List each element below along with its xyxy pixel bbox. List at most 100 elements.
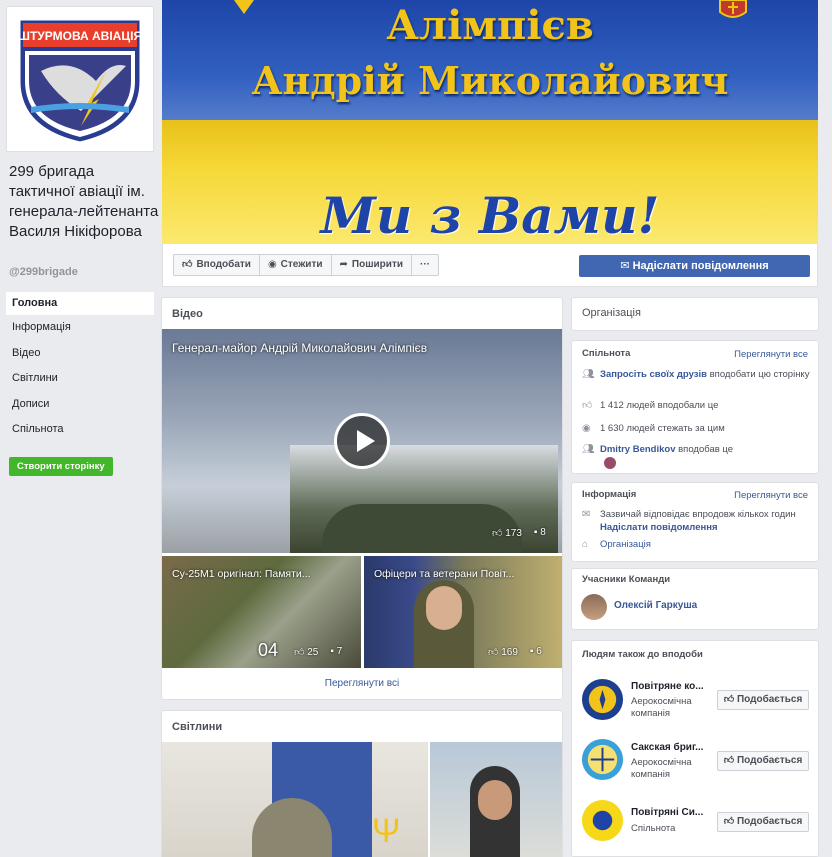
featured-video-title: Генерал-майор Андрій Миколайович Алімпіє… [172, 341, 428, 355]
nav-item-photos[interactable]: Світлини [6, 366, 154, 392]
follow-button[interactable]: ◉ Стежити [260, 255, 332, 275]
response-time-row: ✉ Зазвичай відповідає впродовж кількох г… [582, 509, 796, 533]
like-count: 👍︎ 173 [492, 528, 522, 539]
videos-title[interactable]: Відео [172, 308, 203, 320]
page-logo[interactable] [581, 738, 624, 781]
more-options-button[interactable]: ··· [412, 255, 438, 275]
rss-icon: ◉ [267, 259, 277, 270]
like-count: 👍︎ 169 [488, 647, 518, 658]
messenger-icon: ✉ [582, 509, 591, 520]
featured-video[interactable]: Генерал-майор Андрій Миколайович Алімпіє… [162, 329, 562, 553]
nav-item-community[interactable]: Спільнота [6, 417, 154, 443]
page-nav: Головна Інформація Відео Світлини Дописи… [6, 292, 154, 443]
photo-thumbnail[interactable]: Ψ [162, 742, 428, 857]
team-title: Учасники Команди [582, 574, 671, 585]
likes-row: 👍︎ 1 412 людей вподобали це [582, 400, 719, 411]
team-member-avatar[interactable] [581, 594, 607, 620]
video-duration: 04 [258, 640, 279, 660]
comment-count: ▪ 8 [533, 527, 546, 538]
nav-item-video[interactable]: Відео [6, 341, 154, 367]
page-logo[interactable] [581, 678, 624, 721]
friends-icon: 👥︎ [582, 444, 595, 455]
page-title[interactable]: 299 бригада тактичної авіації ім. генера… [9, 162, 159, 242]
invite-friends-row: 👥︎ Запросіть своїх друзів вподобати цю с… [582, 369, 810, 380]
thumbs-up-icon: 👍︎ [182, 259, 193, 270]
send-message-link[interactable]: Надіслати повідомлення [600, 522, 718, 533]
page-action-bar: 👍︎ Вподобати ◉ Стежити ➦ Поширити ··· ✉ Над… [162, 244, 818, 287]
page-name-link[interactable]: Повітряні Си... [631, 807, 713, 818]
nav-item-info[interactable]: Інформація [6, 315, 154, 341]
thumbs-up-icon: 👍︎ [723, 755, 737, 766]
follows-row: ◉ 1 630 людей стежать за цим [582, 423, 725, 434]
category-link[interactable]: Організація [600, 538, 651, 551]
team-member-link[interactable]: Олексій Гаркуша [614, 600, 697, 611]
cover-name-line2: Андрій Миколайович [251, 58, 729, 103]
thumbs-up-icon: 👍︎ [723, 816, 737, 827]
thumbs-up-icon: 👍︎ [723, 694, 737, 705]
team-card: Учасники Команди Олексій Гаркуша [571, 568, 819, 630]
video-thumbnail[interactable]: Су-25М1 оригінал: Памяти... 04 👍︎ 25 ▪ 7 [162, 556, 361, 668]
create-page-button[interactable]: Створити сторінку [9, 457, 113, 476]
friend-avatar[interactable] [604, 457, 616, 469]
send-message-button[interactable]: ✉ Надіслати повідомлення [579, 255, 810, 277]
share-arrow-icon: ➦ [339, 259, 348, 270]
profile-picture[interactable]: ШТУРМОВА АВІАЦІЯ [6, 6, 154, 152]
page-category: Спільнота [631, 823, 676, 834]
friend-like-row: 👥︎ Dmitry Bendikov вподобав це [582, 444, 734, 455]
follow-icon: ◉ [582, 423, 591, 434]
photos-title[interactable]: Світлини [172, 721, 222, 733]
organization-label[interactable]: Організація [572, 298, 818, 328]
nav-item-posts[interactable]: Дописи [6, 392, 154, 418]
info-title[interactable]: Інформація [582, 489, 636, 500]
cover-photo[interactable]: Алімпієв Андрій Миколайович Ми з Вами! [162, 0, 818, 244]
thumbs-up-icon: 👍︎ [582, 400, 593, 411]
also-like-title: Людям також до вподоби [582, 649, 703, 660]
see-all-videos-link[interactable]: Переглянути всі [162, 678, 562, 689]
like-page-button[interactable]: 👍︎ Подобається [717, 812, 809, 832]
nav-item-home[interactable]: Головна [6, 292, 154, 315]
category-icon: ⌂ [582, 539, 589, 550]
play-button-icon[interactable] [334, 413, 390, 469]
invite-friends-link[interactable]: Запросіть своїх друзів [600, 369, 707, 380]
trident-icon: Ψ [372, 812, 401, 850]
comment-count: ▪ 7 [330, 646, 343, 657]
page-name-link[interactable]: Сакская бриг... [631, 742, 713, 753]
photo-face [478, 780, 512, 820]
featured-video-stats: 👍︎ 173 ▪ 8 [492, 527, 546, 539]
messenger-icon: ✉ [620, 260, 633, 272]
category-row: ⌂ Організація [582, 538, 810, 551]
video-frame-face [426, 586, 462, 630]
photos-card: Світлини Ψ [161, 710, 563, 857]
friend-link[interactable]: Dmitry Bendikov [600, 444, 676, 455]
like-count: 👍︎ 25 [294, 647, 319, 658]
organization-card: Організація [571, 297, 819, 331]
video-thumbnail[interactable]: Офіцери та ветерани Повіт... 👍︎ 169 ▪ 6 [364, 556, 562, 668]
video-stats: 👍︎ 169 ▪ 6 [488, 646, 542, 658]
video-stats: 👍︎ 25 ▪ 7 [294, 646, 342, 658]
like-page-button[interactable]: 👍︎ Подобається [717, 751, 809, 771]
comment-count: ▪ 6 [529, 646, 542, 657]
svg-text:ШТУРМОВА АВІАЦІЯ: ШТУРМОВА АВІАЦІЯ [18, 29, 142, 43]
info-see-all-link[interactable]: Переглянути все [734, 490, 808, 501]
pages-also-liked-card: Людям також до вподоби Повітряне ко... А… [571, 640, 819, 857]
share-button[interactable]: ➦ Поширити [332, 255, 412, 275]
page-handle[interactable]: @299brigade [9, 266, 78, 278]
video-thumbnail-title: Су-25М1 оригінал: Памяти... [172, 568, 311, 580]
videos-card: Відео Генерал-майор Андрій Миколайович А… [161, 297, 563, 700]
brigade-badge-logo: ШТУРМОВА АВІАЦІЯ [17, 17, 143, 145]
page-category: Аерокосмічна компанія [631, 757, 692, 780]
community-card: Спільнота Переглянути все 👥︎ Запросіть с… [571, 340, 819, 474]
invite-friends-icon: 👥︎ [582, 369, 595, 380]
like-page-button[interactable]: 👍︎ Вподобати [174, 255, 260, 275]
like-page-button[interactable]: 👍︎ Подобається [717, 690, 809, 710]
page-logo[interactable] [581, 799, 624, 842]
photo-thumbnail[interactable] [430, 742, 562, 857]
cover-slogan: Ми з Вами! [320, 186, 660, 244]
page-name-link[interactable]: Повітряне ко... [631, 681, 713, 692]
info-card: Інформація Переглянути все ✉ Зазвичай ві… [571, 482, 819, 562]
cover-name-line1: Алімпієв [386, 2, 594, 49]
community-title[interactable]: Спільнота [582, 348, 630, 359]
video-thumbnail-title: Офіцери та ветерани Повіт... [374, 568, 515, 580]
community-see-all-link[interactable]: Переглянути все [734, 349, 808, 360]
page-category: Аерокосмічна компанія [631, 696, 692, 719]
